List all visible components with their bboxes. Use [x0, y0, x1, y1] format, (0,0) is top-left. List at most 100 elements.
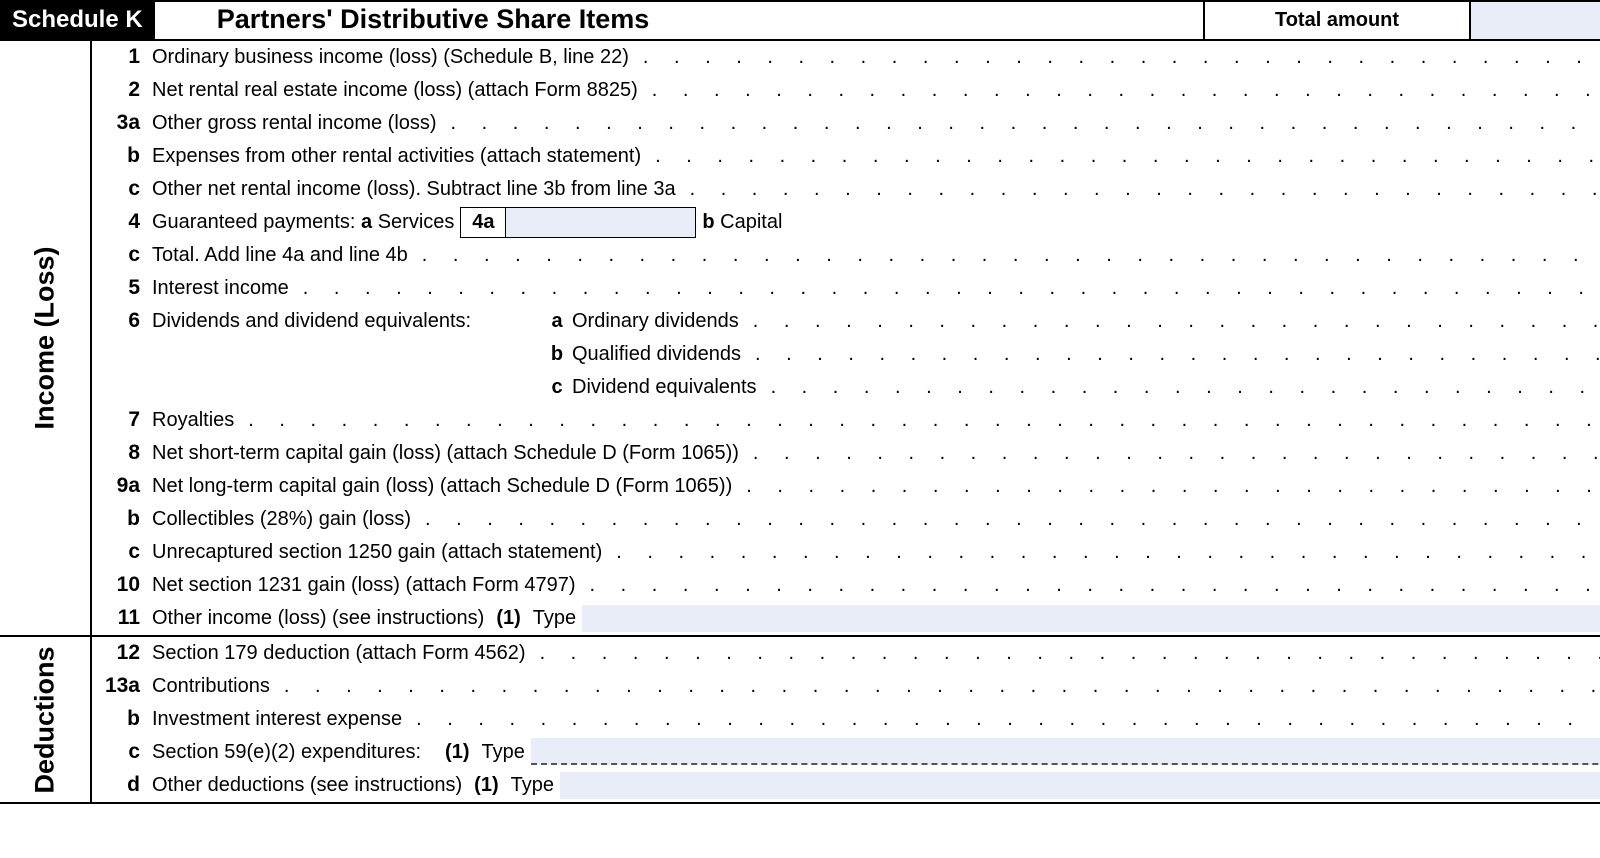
schedule-badge: Schedule K	[0, 2, 155, 39]
line-6b-description: b Qualified dividends 6b	[152, 342, 1600, 367]
line-description: Other net rental income (loss). Subtract…	[152, 178, 1600, 201]
leader-dots	[411, 508, 1600, 531]
line-number: 5	[92, 276, 152, 300]
leader-dots	[739, 310, 1600, 333]
form-line: 9a Net long-term capital gain (loss) (at…	[92, 470, 1600, 503]
type-field-11[interactable]	[582, 605, 1600, 632]
line-number: 1	[92, 45, 152, 69]
line-number: 12	[92, 641, 152, 665]
line-description: Total. Add line 4a and line 4b	[152, 244, 1600, 267]
inline-box-4a: 4a	[460, 207, 696, 238]
form-line: c Other net rental income (loss). Subtra…	[92, 173, 1600, 206]
line-description: Net short-term capital gain (loss) (atta…	[152, 442, 1600, 465]
line-number: c	[92, 243, 152, 267]
form-line: 10 Net section 1231 gain (loss) (attach …	[92, 569, 1600, 602]
schedule-k-form: Schedule K Partners' Distributive Share …	[0, 0, 1600, 858]
leader-dots	[526, 642, 1600, 665]
leader-dots	[576, 574, 1600, 597]
line-description: Expenses from other rental activities (a…	[152, 144, 1600, 169]
form-line: 13a Contributions 13a	[92, 670, 1600, 703]
type-field-13c[interactable]	[531, 738, 1600, 765]
leader-dots	[402, 708, 1600, 731]
leader-dots	[641, 145, 1600, 168]
form-line: 3a Other gross rental income (loss) 3a	[92, 107, 1600, 140]
line-13d-description: Other deductions (see instructions)(1)Ty…	[152, 772, 1600, 799]
line-number: 8	[92, 441, 152, 465]
line-description: Contributions	[152, 675, 1600, 698]
line-number: b	[92, 707, 152, 731]
form-line: d Other deductions (see instructions)(1)…	[92, 769, 1600, 802]
line-number: b	[92, 144, 152, 168]
form-line: 5 Interest income 5	[92, 272, 1600, 305]
line-11-description: Other income (loss) (see instructions)(1…	[152, 605, 1600, 632]
line-number: c	[92, 540, 152, 564]
line-description: Royalties	[152, 409, 1600, 432]
line-number: c	[92, 177, 152, 201]
line-description: Ordinary business income (loss) (Schedul…	[152, 46, 1600, 69]
line-number: c	[92, 740, 152, 764]
header-title: Partners' Distributive Share Items	[155, 2, 650, 39]
leader-dots	[741, 343, 1600, 366]
leader-dots	[638, 79, 1600, 102]
form-line: b Expenses from other rental activities …	[92, 140, 1600, 173]
line-13c-description: Section 59(e)(2) expenditures:(1)Type (2…	[152, 738, 1600, 766]
header-left: Schedule K Partners' Distributive Share …	[0, 2, 1205, 39]
leader-dots	[757, 376, 1600, 399]
form-line: c Unrecaptured section 1250 gain (attach…	[92, 536, 1600, 569]
leader-dots	[270, 675, 1600, 698]
form-body: Income (Loss) 1 Ordinary business income…	[0, 41, 1600, 804]
header: Schedule K Partners' Distributive Share …	[0, 0, 1600, 41]
section-side-label: Income (Loss)	[0, 41, 92, 635]
inline-box-label: 4a	[460, 207, 506, 238]
line-number: 11	[92, 606, 152, 630]
line-number: 9a	[92, 474, 152, 498]
line-6c-description: c Dividend equivalents 6c	[152, 375, 1600, 400]
leader-dots	[289, 277, 1600, 300]
form-line: 2 Net rental real estate income (loss) (…	[92, 74, 1600, 107]
inline-box-field-4a[interactable]	[506, 207, 696, 238]
line-description: Other gross rental income (loss) 3a	[152, 111, 1600, 136]
line-number: 13a	[92, 674, 152, 698]
line-description: Section 179 deduction (attach Form 4562)	[152, 642, 1600, 665]
form-line: 1 Ordinary business income (loss) (Sched…	[92, 41, 1600, 74]
form-line: c Total. Add line 4a and line 4b 4c	[92, 239, 1600, 272]
form-line: c Dividend equivalents 6c	[92, 371, 1600, 404]
line-number: 10	[92, 573, 152, 597]
leader-dots	[602, 541, 1600, 564]
line-description: Net long-term capital gain (loss) (attac…	[152, 475, 1600, 498]
leader-dots	[234, 409, 1600, 432]
form-line: 8 Net short-term capital gain (loss) (at…	[92, 437, 1600, 470]
section-side-label: Deductions	[0, 637, 92, 802]
line-number: d	[92, 773, 152, 797]
leader-dots	[629, 46, 1600, 69]
form-line: b Collectibles (28%) gain (loss) 9b	[92, 503, 1600, 536]
line-4-description: Guaranteed payments: a Services 4a b Cap…	[152, 207, 1600, 238]
type-field-13d[interactable]	[560, 772, 1600, 799]
line-number: 6	[92, 309, 152, 333]
leader-dots	[732, 475, 1600, 498]
line-number: 7	[92, 408, 152, 432]
line-description: Unrecaptured section 1250 gain (attach s…	[152, 540, 1600, 565]
form-line: c Section 59(e)(2) expenditures:(1)Type …	[92, 736, 1600, 769]
line-number: 2	[92, 78, 152, 102]
leader-dots	[437, 112, 1600, 135]
leader-dots	[408, 244, 1600, 267]
header-stub-cell	[1469, 2, 1600, 39]
section-deductions: Deductions 12 Section 179 deduction (att…	[0, 635, 1600, 804]
line-description: Net section 1231 gain (loss) (attach For…	[152, 574, 1600, 597]
form-line: b Investment interest expense 13b	[92, 703, 1600, 736]
line-description: Collectibles (28%) gain (loss) 9b	[152, 507, 1600, 532]
line-description: Interest income	[152, 277, 1600, 300]
line-6-description: Dividends and dividend equivalents: a Or…	[152, 310, 1600, 333]
section-income-loss-: Income (Loss) 1 Ordinary business income…	[0, 41, 1600, 635]
total-amount-header: Total amount	[1205, 2, 1469, 39]
form-line: 11 Other income (loss) (see instructions…	[92, 602, 1600, 635]
line-number: 4	[92, 210, 152, 234]
line-description: Net rental real estate income (loss) (at…	[152, 79, 1600, 102]
line-number: 3a	[92, 111, 152, 135]
leader-dots	[676, 178, 1600, 201]
line-description: Investment interest expense	[152, 708, 1600, 731]
form-line: b Qualified dividends 6b	[92, 338, 1600, 371]
line-number: b	[92, 507, 152, 531]
form-line: 12 Section 179 deduction (attach Form 45…	[92, 637, 1600, 670]
